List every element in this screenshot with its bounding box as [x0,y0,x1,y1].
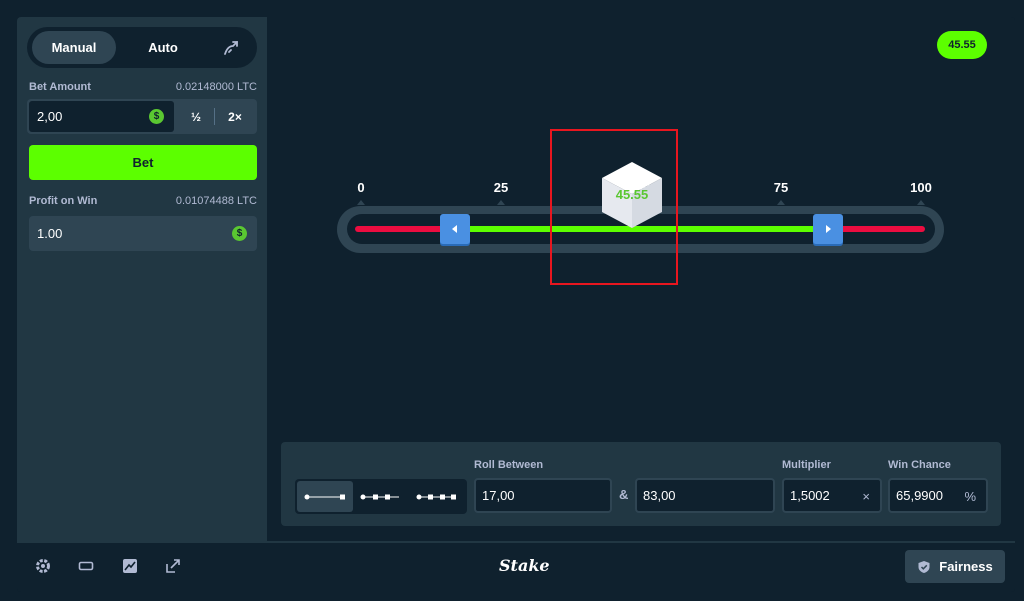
tick-mark [497,200,505,205]
percent-icon: % [964,489,976,504]
multiply-icon: × [862,489,870,504]
multiplier-field[interactable]: 1,5002 × [782,478,882,513]
live-stats-icon[interactable] [121,557,139,575]
tick-label-25: 25 [493,180,509,195]
arrow-left-icon [452,225,457,233]
tick-mark [777,200,785,205]
bet-sidebar: Manual Auto Bet Amount 0.02148000 LTC 2,… [17,17,267,541]
ampersand: & [619,487,629,502]
lose-zone-right [833,226,925,232]
fairness-button[interactable]: Fairness [905,550,1005,583]
button-divider [214,108,215,125]
roll-low-input[interactable]: 17,00 [474,478,612,513]
bet-button[interactable]: Bet [29,145,257,180]
game-window: Manual Auto Bet Amount 0.02148000 LTC 2,… [17,17,1015,592]
roll-between-label: Roll Between [474,459,544,471]
stake-logo: Stake [499,556,550,575]
shield-check-icon [918,560,930,573]
roll-controls-panel: Roll Between 17,00 & 83,00 Multiplier 1,… [281,442,1001,526]
tick-mark [357,200,365,205]
slider-handle-low[interactable] [440,214,470,244]
last-result-badge[interactable]: 45.55 [937,31,987,59]
multiplier-label: Multiplier [782,459,831,471]
range-single-icon [304,494,345,499]
fairness-label: Fairness [939,559,993,574]
bet-amount-label: Bet Amount [29,81,91,93]
profit-row: Profit on Win 0.01074488 LTC [29,195,257,209]
advanced-mode-icon[interactable] [220,37,242,59]
profit-label: Profit on Win [29,195,98,207]
range-between-icon [360,494,399,499]
bet-amount-group: 2,00 $ ½ 2× [27,99,257,134]
mode-toggle: Manual Auto [27,27,257,68]
roll-outside-mode-option[interactable] [409,481,465,512]
game-area: 45.55 0 25 50 75 100 45.55 [267,17,1015,541]
highlight-annotation [550,129,678,285]
roll-high-input[interactable]: 83,00 [635,478,775,513]
manual-tab[interactable]: Manual [32,31,116,64]
dollar-coin-icon: $ [149,109,164,124]
tick-label-0: 0 [357,180,365,195]
dollar-coin-icon: $ [232,226,247,241]
footer-bar: Stake Fairness [17,541,1015,592]
profit-value: 1.00 [37,226,63,241]
tick-mark [917,200,925,205]
bet-amount-crypto: 0.02148000 LTC [175,81,257,93]
half-bet-button[interactable]: ½ [177,101,215,132]
theatre-mode-icon[interactable] [77,557,95,575]
tick-label-75: 75 [773,180,789,195]
multiplier-value: 1,5002 [790,488,830,503]
arrow-right-icon [826,225,831,233]
profit-on-win-field: 1.00 $ [29,216,257,251]
gear-icon[interactable] [34,557,52,575]
win-chance-label: Win Chance [888,459,951,471]
win-chance-value: 65,9900 [896,488,943,503]
roll-mode-selector [295,479,467,514]
popout-icon[interactable] [164,557,182,575]
roll-between-mode-option[interactable] [353,481,409,512]
win-chance-field[interactable]: 65,9900 % [888,478,988,513]
profit-crypto: 0.01074488 LTC [175,195,257,207]
tick-label-100: 100 [910,180,932,195]
auto-tab[interactable]: Auto [123,31,203,64]
roll-over-mode-option[interactable] [297,481,353,512]
double-bet-button[interactable]: 2× [216,101,254,132]
bet-amount-row: Bet Amount 0.02148000 LTC [29,81,257,95]
range-outside-icon [416,494,456,499]
slider-handle-high[interactable] [813,214,843,244]
